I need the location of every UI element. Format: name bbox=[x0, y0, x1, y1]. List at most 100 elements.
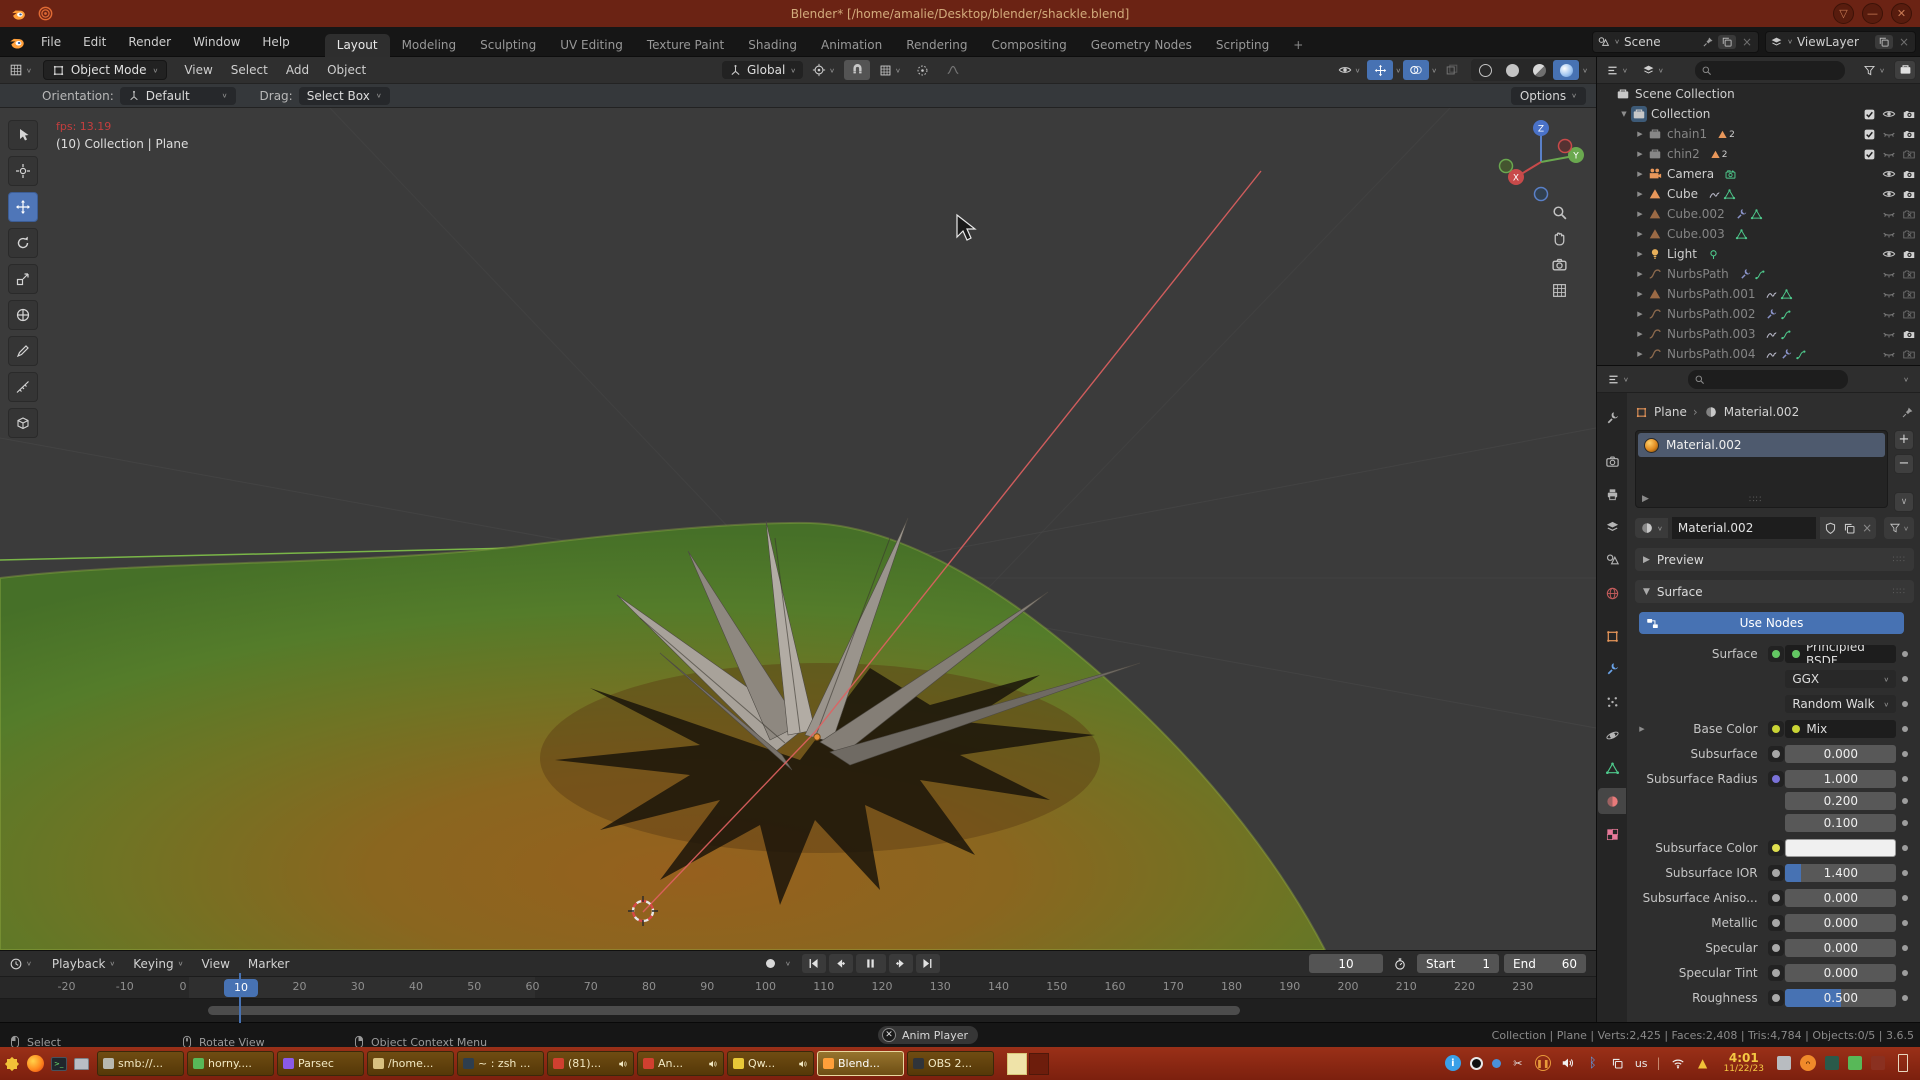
unlink-material-button[interactable]: × bbox=[1862, 521, 1872, 535]
menu-render[interactable]: Render bbox=[117, 27, 182, 57]
properties-tab-viewlayer[interactable] bbox=[1598, 514, 1626, 540]
task-button--home-[interactable]: /home... bbox=[367, 1051, 454, 1076]
slot-specials-dropdown[interactable]: ∨ bbox=[1894, 492, 1914, 512]
disclosure-triangle-icon[interactable]: ▶ bbox=[1633, 270, 1647, 278]
color-swatch[interactable] bbox=[1785, 839, 1896, 857]
render-disabled-icon[interactable] bbox=[1902, 227, 1916, 242]
task-button-blend-[interactable]: Blend... bbox=[817, 1051, 904, 1076]
render-visibility-icon[interactable] bbox=[1902, 107, 1916, 122]
tray-app-icon-3[interactable] bbox=[1848, 1056, 1862, 1070]
tab-shading[interactable]: Shading bbox=[736, 34, 809, 57]
properties-editor-type-button[interactable]: ∨ bbox=[1602, 371, 1634, 388]
auto-keyframe-button[interactable] bbox=[758, 954, 782, 973]
proportional-edit-toggle[interactable] bbox=[910, 60, 936, 80]
decorator-dot[interactable] bbox=[1896, 945, 1914, 951]
task-button-an-[interactable]: An... bbox=[637, 1051, 724, 1076]
outliner-item-cube-002[interactable]: ▶Cube.002 bbox=[1597, 204, 1920, 224]
overlays-dropdown[interactable]: ∨ bbox=[1431, 66, 1437, 73]
outliner-item-camera[interactable]: ▶Camera bbox=[1597, 164, 1920, 184]
viewport-3d[interactable]: fps: 13.19 (10) Collection | Plane Z Y X bbox=[0, 108, 1596, 950]
eye-closed-icon[interactable] bbox=[1882, 267, 1896, 282]
shader-field[interactable]: Mix bbox=[1785, 720, 1896, 738]
tool-scale[interactable] bbox=[8, 264, 38, 294]
timeline-menu-view[interactable]: View bbox=[192, 951, 238, 977]
tab-texture-paint[interactable]: Texture Paint bbox=[635, 34, 736, 57]
shading-wireframe-button[interactable] bbox=[1472, 60, 1498, 80]
disclosure-triangle-icon[interactable]: ▶ bbox=[1633, 290, 1647, 298]
decorator-dot[interactable] bbox=[1896, 798, 1914, 804]
outliner-item-nurbspath-002[interactable]: ▶NurbsPath.002 bbox=[1597, 304, 1920, 324]
next-keyframe-button[interactable] bbox=[889, 954, 913, 973]
eye-closed-icon[interactable] bbox=[1882, 227, 1896, 242]
outliner-item-cube-003[interactable]: ▶Cube.003 bbox=[1597, 224, 1920, 244]
falloff-dropdown[interactable] bbox=[940, 60, 966, 80]
task-button-obs-2-[interactable]: OBS 2... bbox=[907, 1051, 994, 1076]
timeline-menu-keying[interactable]: Keying∨ bbox=[124, 951, 192, 977]
eye-closed-icon[interactable] bbox=[1882, 207, 1896, 222]
render-visibility-icon[interactable] bbox=[1902, 327, 1916, 342]
decorator-dot[interactable] bbox=[1896, 870, 1914, 876]
disclosure-triangle-icon[interactable]: ▶ bbox=[1633, 310, 1647, 318]
surface-panel-header[interactable]: ▼Surface∷∷ bbox=[1635, 580, 1914, 603]
properties-tab-texture[interactable] bbox=[1598, 821, 1626, 847]
outliner-item-light[interactable]: ▶Light bbox=[1597, 244, 1920, 264]
tool-rotate[interactable] bbox=[8, 228, 38, 258]
dropdown-field[interactable]: Random Walk∨ bbox=[1785, 695, 1896, 713]
tab-scripting[interactable]: Scripting bbox=[1204, 34, 1281, 57]
decorator-dot[interactable] bbox=[1896, 726, 1914, 732]
info-tray-icon[interactable]: i bbox=[1445, 1055, 1461, 1071]
render-disabled-icon[interactable] bbox=[1902, 307, 1916, 322]
tray-app-icon-2[interactable] bbox=[1825, 1056, 1839, 1070]
wifi-tray-icon[interactable] bbox=[1670, 1055, 1686, 1071]
value-field[interactable]: 0.000 bbox=[1785, 914, 1896, 932]
previous-keyframe-button[interactable] bbox=[829, 954, 853, 973]
workspace-pager[interactable] bbox=[1007, 1053, 1049, 1075]
shader-field[interactable]: Principled BSDF bbox=[1785, 645, 1896, 663]
render-visibility-icon[interactable] bbox=[1902, 187, 1916, 202]
snap-target-dropdown[interactable]: ∨ bbox=[874, 62, 906, 79]
disclosure-triangle-icon[interactable]: ▶ bbox=[1633, 330, 1647, 338]
menu-edit[interactable]: Edit bbox=[72, 27, 117, 57]
tray-app-icon-4[interactable] bbox=[1871, 1056, 1885, 1070]
clock[interactable]: 4:01 11/22/23 bbox=[1724, 1052, 1764, 1075]
outliner-item-chain1[interactable]: ▶chain12 bbox=[1597, 124, 1920, 144]
disclosure-triangle-icon[interactable]: ▶ bbox=[1633, 150, 1647, 158]
eye-open-icon[interactable] bbox=[1882, 167, 1896, 182]
value-field[interactable]: 0.200 bbox=[1785, 792, 1896, 810]
new-collection-button[interactable] bbox=[1894, 60, 1916, 80]
menu-window[interactable]: Window bbox=[182, 27, 251, 57]
frame-start-field[interactable]: Start1 bbox=[1417, 954, 1499, 973]
value-field[interactable]: 0.100 bbox=[1785, 814, 1896, 832]
pan-hand-icon[interactable] bbox=[1551, 230, 1568, 247]
disclosure-triangle-icon[interactable]: ▶ bbox=[1633, 170, 1647, 178]
viewlayer-copy-button[interactable] bbox=[1875, 35, 1893, 49]
render-disabled-icon[interactable] bbox=[1902, 207, 1916, 222]
outliner-filter-mode-dropdown[interactable]: ∨ bbox=[1637, 62, 1669, 79]
outliner-filter-dropdown[interactable]: ∨ bbox=[1858, 62, 1890, 79]
viewport-menu-object[interactable]: Object bbox=[318, 57, 375, 84]
outliner-item-nurbspath-004[interactable]: ▶NurbsPath.004 bbox=[1597, 344, 1920, 364]
tab-uv-editing[interactable]: UV Editing bbox=[548, 34, 635, 57]
current-frame-indicator[interactable]: 10 bbox=[224, 979, 258, 997]
mode-dropdown[interactable]: Object Mode ∨ bbox=[43, 60, 167, 80]
checkbox-icon[interactable] bbox=[1863, 127, 1876, 141]
fake-user-button[interactable] bbox=[1824, 521, 1837, 535]
disclosure-triangle-icon[interactable]: ▼ bbox=[1617, 110, 1631, 118]
shading-material-button[interactable] bbox=[1526, 60, 1552, 80]
render-disabled-icon[interactable] bbox=[1902, 147, 1916, 162]
visibility-dropdown[interactable]: ∨ bbox=[1333, 61, 1366, 79]
frame-end-field[interactable]: End60 bbox=[1504, 954, 1586, 973]
decorator-dot[interactable] bbox=[1896, 651, 1914, 657]
camera-view-icon[interactable] bbox=[1551, 256, 1568, 273]
keying-set-icon[interactable] bbox=[1388, 954, 1412, 973]
zoom-icon[interactable] bbox=[1551, 204, 1568, 221]
decorator-dot[interactable] bbox=[1896, 895, 1914, 901]
eye-closed-icon[interactable] bbox=[1882, 147, 1896, 162]
drag-dropdown[interactable]: Select Box ∨ bbox=[299, 87, 390, 105]
blender-menu-logo[interactable] bbox=[8, 33, 26, 51]
checkbox-icon[interactable] bbox=[1863, 107, 1876, 121]
tab-geometry-nodes[interactable]: Geometry Nodes bbox=[1079, 34, 1204, 57]
decorator-dot[interactable] bbox=[1896, 920, 1914, 926]
value-field[interactable]: 0.000 bbox=[1785, 939, 1896, 957]
render-visibility-icon[interactable] bbox=[1902, 127, 1916, 142]
